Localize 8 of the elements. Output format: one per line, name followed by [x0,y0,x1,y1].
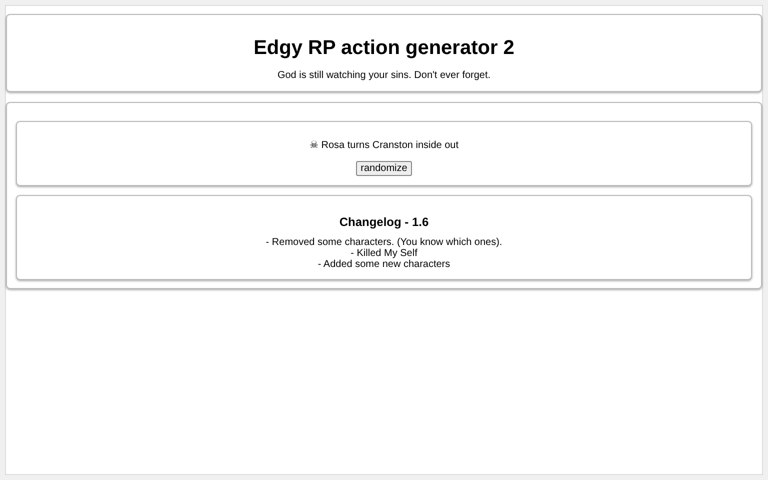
action-text: ☠ Rosa turns Cranston inside out [309,139,459,152]
changelog-line: - Removed some characters. (You know which ones). [266,237,502,248]
changelog-title: Changelog - 1.6 [339,215,429,229]
changelog-line: - Killed My Self [350,248,418,259]
subtitle: God is still watching your sins. Don't ever forget. [277,70,491,81]
changelog-line: - Added some new characters [318,259,450,270]
page-title: Edgy RP action generator 2 [254,36,514,60]
randomize-button[interactable]: randomize [356,161,412,176]
